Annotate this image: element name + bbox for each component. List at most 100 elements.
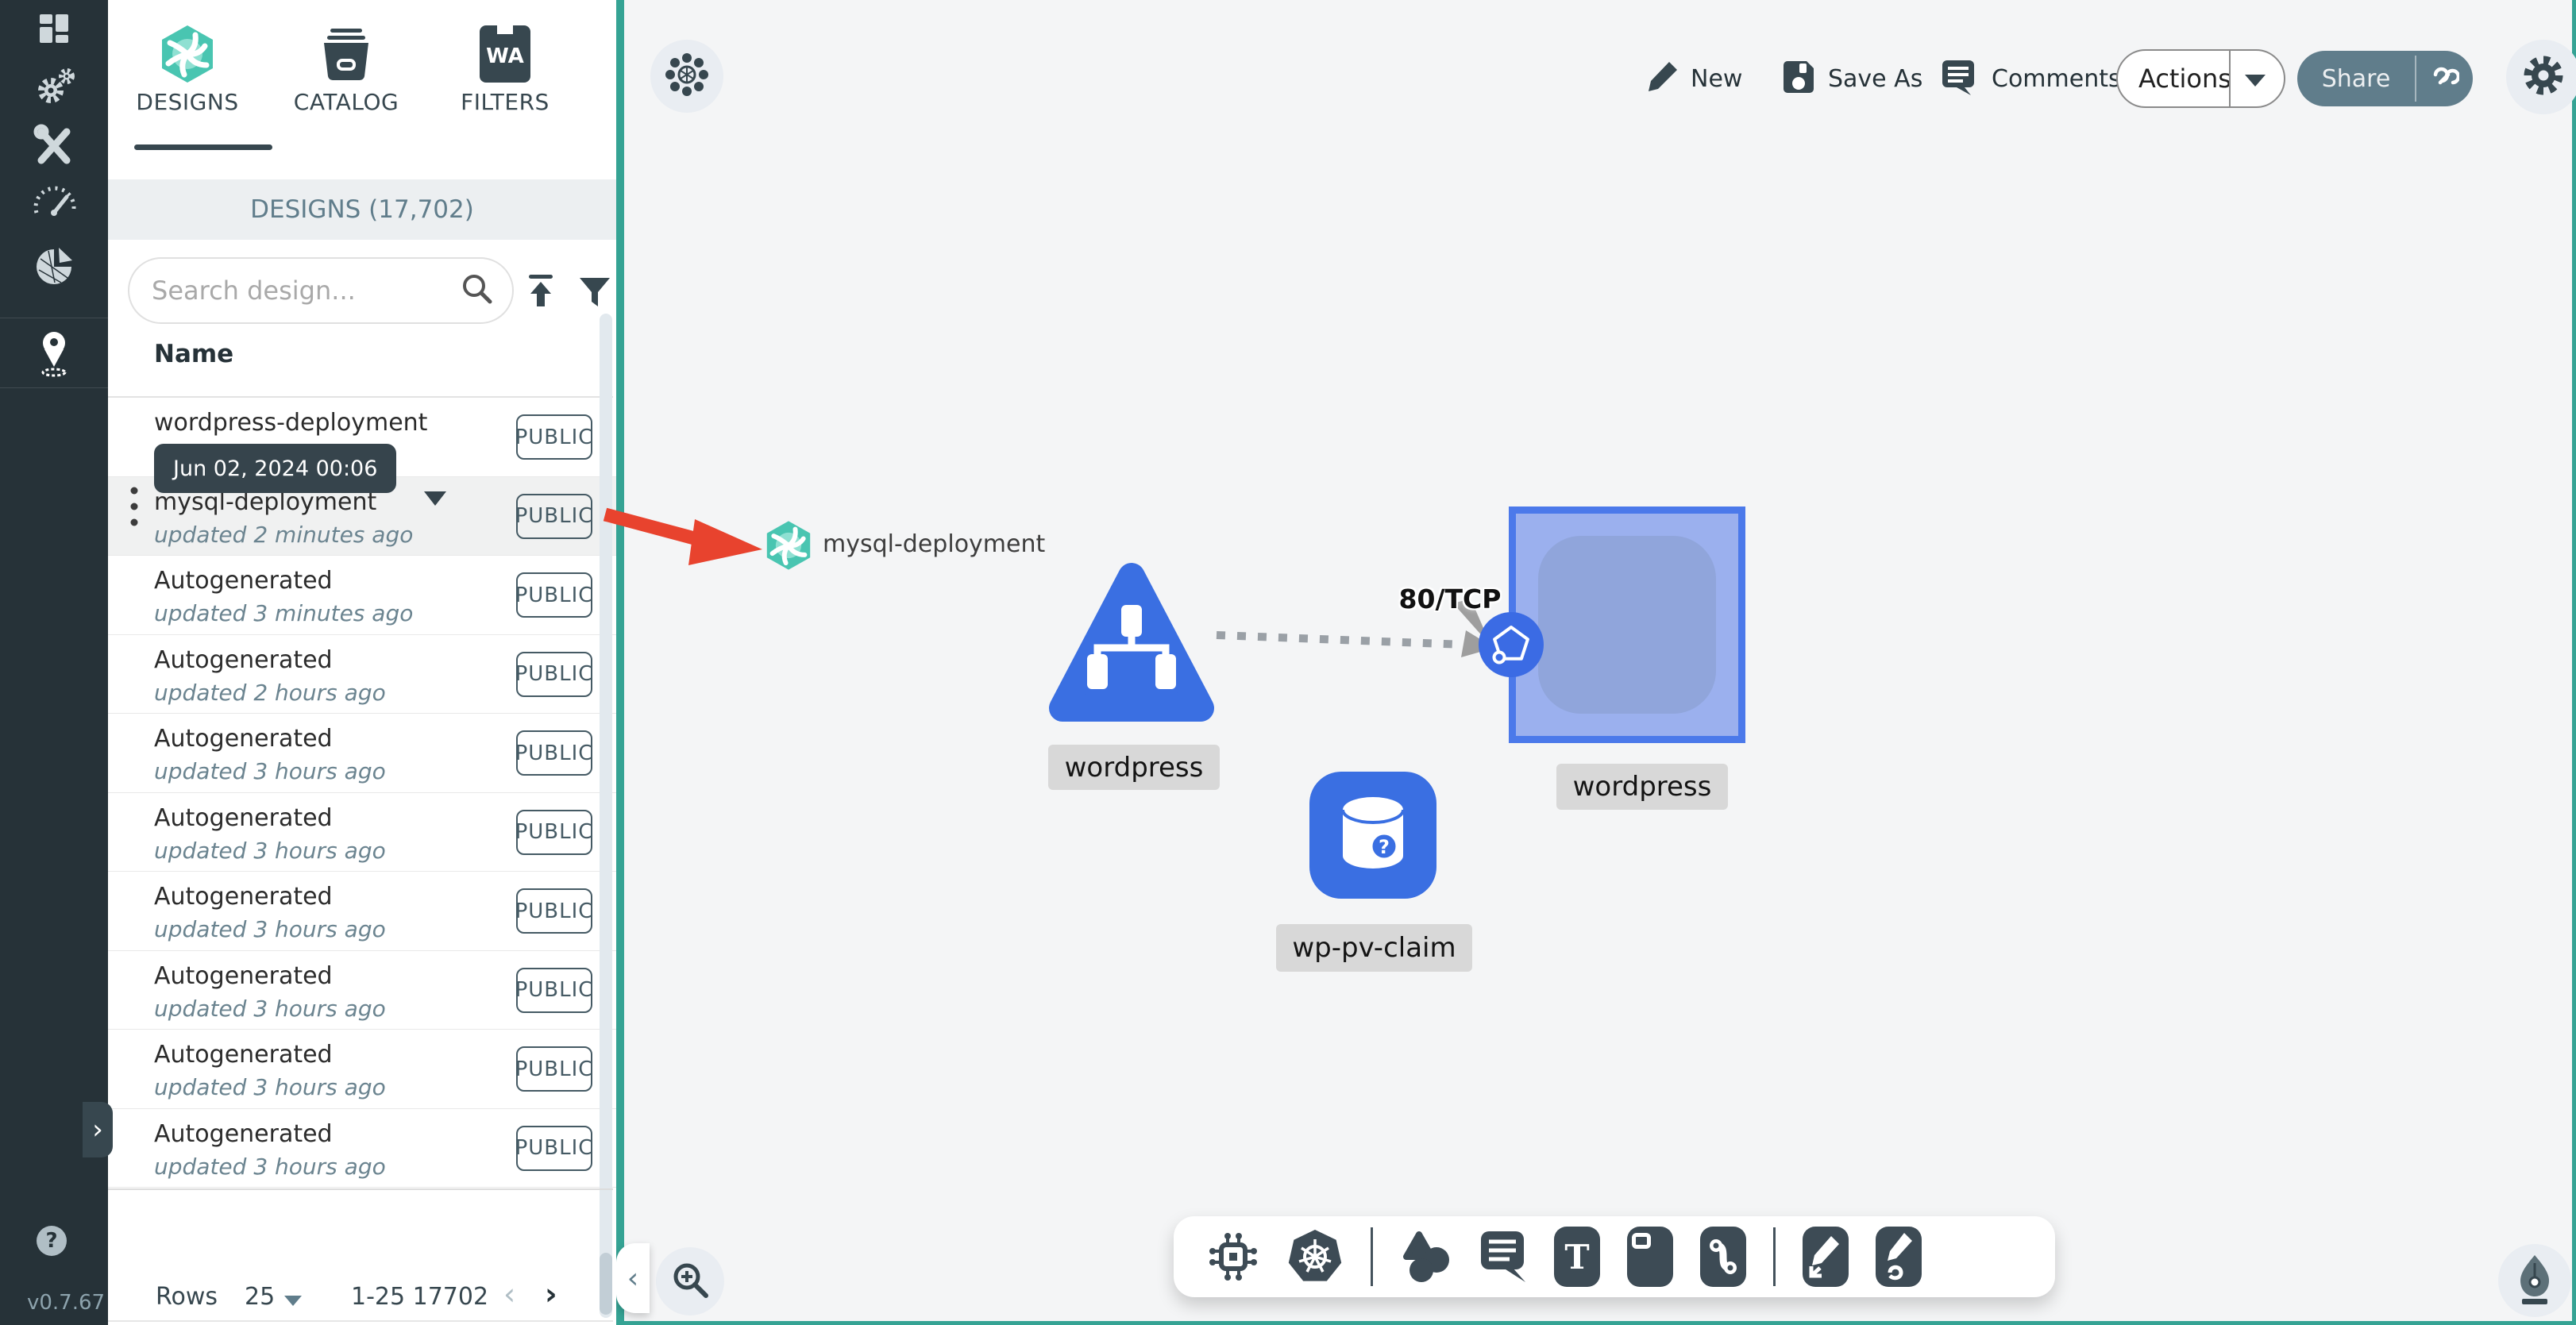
settings-button[interactable] [2506,40,2576,114]
component-chip-icon[interactable] [1207,1231,1259,1283]
collapse-panel-button[interactable]: ‹ [616,1243,650,1313]
configuration-tools-icon[interactable] [0,124,108,168]
kanvas-pin-icon[interactable] [0,329,108,378]
zoom-in-button[interactable] [656,1247,724,1315]
tab-catalog-label: CATALOG [293,89,399,115]
share-button[interactable]: Share [2297,51,2473,106]
comments-icon[interactable] [1939,59,1977,100]
table-row[interactable]: Autogenerated updated 3 hours ago PUBLIC [108,793,616,872]
list-scrollbar-thumb[interactable] [600,1253,612,1315]
gear-icon [2521,53,2566,101]
upload-design-icon[interactable] [523,273,559,313]
k8s-service-triangle-icon[interactable] [1048,556,1215,727]
help-icon: ? [45,1229,58,1253]
actions-divider [2229,51,2231,106]
table-row[interactable]: Autogenerated updated 3 hours ago PUBLIC [108,951,616,1030]
design-updated: updated 3 hours ago [154,995,386,1022]
table-row[interactable]: Autogenerated updated 3 minutes ago PUBL… [108,556,616,635]
visibility-badge: PUBLIC [515,651,592,697]
tab-designs-label: DESIGNS [136,89,239,115]
note-tool-icon[interactable] [1627,1227,1673,1287]
comments-button[interactable]: Comments [1992,65,2121,93]
next-page-button[interactable]: › [545,1277,557,1312]
table-row[interactable]: Autogenerated updated 3 hours ago PUBLIC [108,872,616,951]
service-node-label[interactable]: wordpress [1048,745,1220,790]
share-label: Share [2321,64,2391,93]
visibility-badge: PUBLIC [515,493,592,539]
edge-port-label[interactable]: 80/TCP [1398,584,1502,614]
tab-designs[interactable]: DESIGNS [124,22,251,115]
pvc-node[interactable]: ? [1309,772,1436,902]
toolbar-divider [1773,1227,1776,1286]
new-icon[interactable] [1645,59,1682,98]
rows-per-page-value[interactable]: 25 [245,1283,275,1311]
copy-link-icon[interactable] [2429,64,2461,97]
panel-bottom-divider [108,1320,613,1322]
dashboard-icon[interactable] [0,10,108,51]
table-row[interactable]: Autogenerated updated 2 hours ago PUBLIC [108,635,616,714]
designs-count-header: DESIGNS (17,702) [108,179,616,240]
shapes-icon[interactable] [1400,1228,1452,1285]
performance-gauge-icon[interactable] [0,181,108,218]
visibility-badge: PUBLIC [515,809,592,855]
k8s-pod-pentagon-badge[interactable] [1479,612,1544,680]
table-row[interactable]: Autogenerated updated 3 hours ago PUBLIC [108,1030,616,1109]
save-as-button[interactable]: Save As [1828,65,1922,93]
pvc-question-badge: ? [1379,836,1390,858]
red-annotation-arrow [603,507,762,565]
designs-panel: DESIGNS CATALOG WA FILTERS DESIGNS (17,7… [108,0,616,1325]
rows-label: Rows [156,1283,218,1311]
tab-filters[interactable]: WA FILTERS [442,22,569,115]
active-tab-underline [134,144,272,150]
deployment-node-label[interactable]: wordpress [1556,764,1728,810]
kubernetes-icon[interactable] [1286,1228,1344,1285]
design-name: Autogenerated [154,725,333,753]
expand-sidebar-button[interactable]: › [83,1102,113,1157]
lifecycle-gears-icon[interactable] [0,64,108,110]
design-canvas[interactable]: New Save As Comments Actions Share mysql… [616,0,2576,1325]
table-row[interactable]: Autogenerated updated 3 hours ago PUBLIC [108,714,616,793]
filter-notch [497,25,513,34]
canvas-dock-toolbar: T [1174,1216,2055,1297]
actions-caret-icon[interactable] [2245,75,2266,87]
list-scrollbar-track[interactable] [600,314,612,1318]
mesh-overview-button[interactable] [650,40,723,113]
design-name: Autogenerated [154,567,333,595]
rows-per-page-caret-icon[interactable] [284,1296,302,1306]
mysql-deployment-label[interactable]: mysql-deployment [823,530,1045,558]
text-tool-glyph: T [1564,1237,1590,1277]
extensions-pie-icon[interactable] [0,243,108,289]
new-button[interactable]: New [1691,65,1742,93]
search-box[interactable] [128,257,514,324]
pen-nib-icon [2512,1254,2557,1308]
save-as-icon[interactable] [1780,59,1817,98]
visibility-badge: PUBLIC [515,967,592,1013]
pvc-node-label[interactable]: wp-pv-claim [1276,924,1472,972]
search-input[interactable] [152,275,453,306]
link-tool-icon[interactable] [1700,1227,1746,1287]
filter-funnel-icon[interactable] [578,276,611,311]
edge-pen-icon[interactable] [1803,1227,1849,1287]
design-name: Autogenerated [154,1119,333,1148]
annotation-bubble-icon[interactable] [1479,1230,1527,1284]
zoom-in-icon [669,1259,711,1304]
design-name: Autogenerated [154,1041,333,1069]
doodle-pencil-icon[interactable] [1876,1227,1922,1287]
k8s-deployment-node[interactable] [1509,507,1745,743]
row-menu-kebab-icon[interactable] [129,483,140,533]
design-pen-button[interactable] [2498,1244,2571,1317]
search-icon[interactable] [460,272,495,310]
actions-label: Actions [2138,64,2231,94]
tab-catalog[interactable]: CATALOG [283,22,410,115]
tooltip-caret [424,491,446,506]
design-name: wordpress-deployment [154,409,428,437]
table-row[interactable]: Autogenerated updated 3 hours ago PUBLIC [108,1109,616,1188]
prev-page-button[interactable]: ‹ [503,1277,515,1312]
text-tool-icon[interactable]: T [1554,1227,1600,1287]
share-divider [2415,56,2416,102]
help-button[interactable]: ? [37,1226,67,1256]
designs-list: wordpress-deployment PUBLIC mysql-deploy… [108,398,616,1188]
design-updated: updated 3 hours ago [154,1074,386,1100]
actions-button[interactable]: Actions [2116,49,2285,108]
design-updated: updated 3 minutes ago [154,600,414,626]
